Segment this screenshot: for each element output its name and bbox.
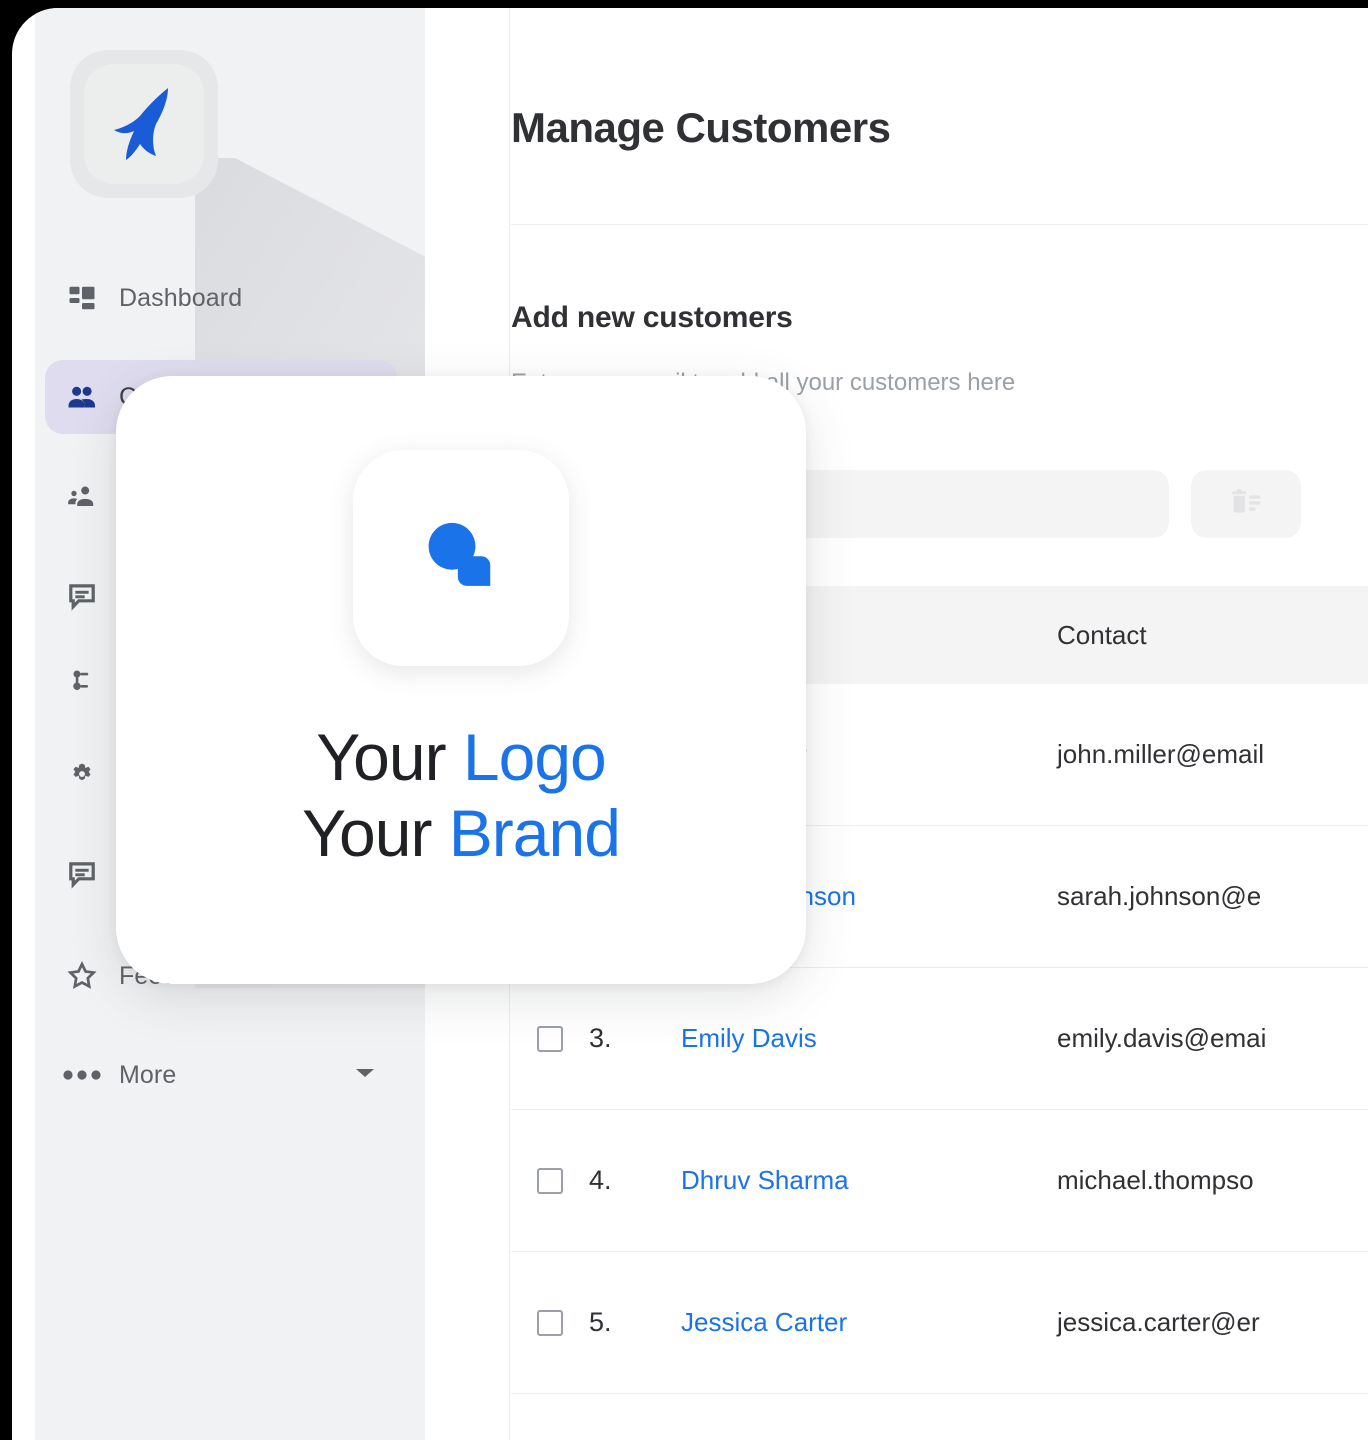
sidebar-item-dashboard[interactable]: Dashboard [45, 261, 397, 335]
row-name-link[interactable]: Jessica Carter [681, 1307, 1057, 1338]
chevron-down-icon[interactable] [355, 1066, 375, 1084]
table-row[interactable]: 3. Emily Davis emily.davis@emai [511, 968, 1368, 1110]
star-outline-icon [45, 959, 119, 993]
penguin-logo-icon [114, 88, 168, 160]
chat-bubble-icon [45, 580, 119, 612]
page-title: Manage Customers [511, 104, 891, 151]
screenshot-root: Dashboard Customers [0, 0, 1368, 1440]
delete-selected-button[interactable] [1191, 470, 1301, 538]
row-contact: sarah.johnson@e [1057, 881, 1262, 911]
brand-line-2: Your Brand [302, 795, 621, 872]
row-index: 5. [589, 1307, 612, 1337]
account-avatar-icon [428, 522, 491, 586]
delete-sweep-icon [1227, 484, 1265, 525]
row-contact: emily.davis@emai [1057, 1023, 1267, 1053]
row-checkbox[interactable] [537, 1309, 563, 1336]
table-row[interactable]: 4. Dhruv Sharma michael.thompso [511, 1110, 1368, 1252]
header-contact: Contact [1057, 619, 1147, 650]
app-logo-tile [84, 64, 204, 184]
groups-icon [45, 482, 119, 514]
header-divider [511, 224, 1368, 225]
brand-line-2-plain: Your [302, 795, 449, 870]
sidebar-item-label: More [119, 1060, 177, 1089]
app-logo-frame[interactable] [70, 50, 218, 198]
more-horizontal-icon [45, 1069, 119, 1081]
brand-tagline: Your Logo Your Brand [302, 720, 621, 872]
settings-gear-icon [45, 758, 119, 790]
brand-line-1-plain: Your [316, 720, 463, 794]
brand-line-1-accent: Logo [462, 720, 607, 794]
row-index: 3. [589, 1023, 612, 1053]
row-checkbox[interactable] [537, 1025, 563, 1052]
row-contact: michael.thompso [1057, 1165, 1254, 1195]
row-checkbox-cell [511, 1309, 589, 1336]
table-row[interactable]: 5. Jessica Carter jessica.carter@er [511, 1252, 1368, 1394]
sidebar-item-more[interactable]: More [45, 1038, 397, 1112]
brand-logo-tile [353, 450, 569, 666]
row-checkbox[interactable] [537, 1167, 563, 1194]
row-contact: jessica.carter@er [1057, 1307, 1260, 1337]
row-checkbox-cell [511, 1025, 589, 1052]
dashboard-grid-icon [45, 283, 119, 313]
row-contact: john.miller@email [1057, 739, 1265, 769]
app-window: Dashboard Customers [12, 8, 1368, 1440]
account-tree-icon [45, 667, 119, 697]
row-name-link[interactable]: Emily Davis [681, 1023, 1057, 1054]
row-name-link[interactable]: Dhruv Sharma [681, 1165, 1057, 1196]
row-index: 4. [589, 1165, 612, 1195]
chat-bubble-icon [45, 858, 119, 890]
sidebar-item-label: Dashboard [119, 283, 243, 312]
people-group-icon [45, 380, 119, 414]
section-title: Add new customers [511, 301, 793, 334]
brand-overlay-card: Your Logo Your Brand [116, 376, 806, 984]
brand-line-2-accent: Brand [448, 795, 621, 870]
row-checkbox-cell [511, 1167, 589, 1194]
brand-line-1: Your Logo [302, 720, 620, 796]
